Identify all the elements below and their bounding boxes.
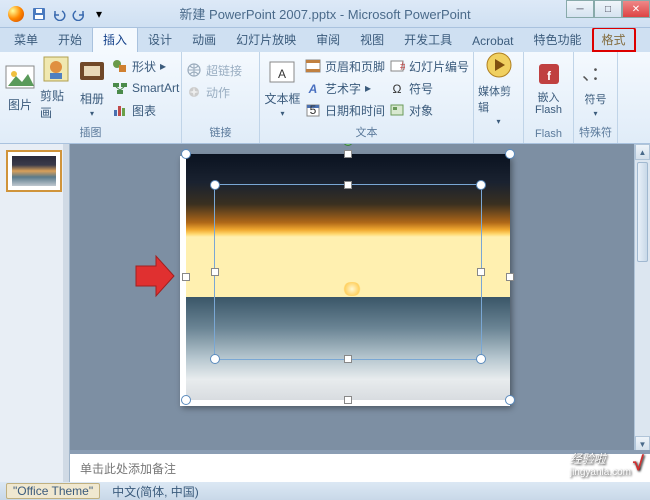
notes-pane[interactable]: 单击此处添加备注 (70, 450, 650, 482)
tab-11[interactable]: 格式 (592, 27, 636, 52)
resize-handle[interactable] (476, 180, 486, 190)
minimize-button[interactable]: ─ (566, 0, 594, 18)
tab-8[interactable]: 开发工具 (394, 27, 462, 52)
tab-4[interactable]: 动画 (182, 27, 226, 52)
action-button: 动作 (186, 82, 242, 102)
smartart-button[interactable]: SmartArt (112, 78, 179, 98)
chart-button[interactable]: 图表 (112, 100, 179, 120)
vertical-scrollbar[interactable]: ▲ ▼ ⏮ ⏭ (634, 144, 650, 500)
resize-handle[interactable] (476, 354, 486, 364)
resize-handle[interactable] (181, 149, 191, 159)
tab-6[interactable]: 审阅 (306, 27, 350, 52)
object-button[interactable]: 对象 (389, 100, 469, 120)
svg-text:A: A (278, 67, 286, 81)
maximize-button[interactable]: □ (594, 0, 622, 18)
tab-7[interactable]: 视图 (350, 27, 394, 52)
rotate-handle[interactable] (343, 144, 353, 146)
datetime-button[interactable]: 5日期和时间 (305, 100, 385, 120)
svg-text:Ω: Ω (392, 82, 401, 96)
resize-handle[interactable] (477, 268, 485, 276)
qat-redo-icon[interactable] (70, 5, 88, 23)
resize-handle[interactable] (344, 355, 352, 363)
scroll-up-icon[interactable]: ▲ (635, 144, 650, 160)
header-footer-button[interactable]: 页眉和页脚 (305, 56, 385, 76)
svg-text:A: A (308, 82, 318, 96)
slide-thumbnail-panel[interactable]: 1 (0, 144, 70, 500)
svg-text:#: # (400, 59, 405, 73)
shapes-button[interactable]: 形状 ▸ (112, 56, 179, 76)
resize-handle[interactable] (181, 395, 191, 405)
hyperlink-button: 超链接 (186, 60, 242, 80)
group-label-media (478, 139, 519, 141)
group-label-links: 链接 (186, 123, 255, 141)
qat-save-icon[interactable] (30, 5, 48, 23)
resize-handle[interactable] (344, 181, 352, 189)
tab-3[interactable]: 设计 (138, 27, 182, 52)
group-label-flash: Flash (528, 127, 569, 141)
scroll-thumb[interactable] (637, 162, 648, 262)
qat-undo-icon[interactable] (50, 5, 68, 23)
wordart-button[interactable]: A艺术字 ▸ (305, 78, 385, 98)
resize-handle[interactable] (506, 273, 514, 281)
status-bar: "Office Theme" 中文(简体, 中国) (0, 482, 650, 500)
window-title: 新建 PowerPoint 2007.pptx - Microsoft Powe… (179, 4, 470, 23)
album-button[interactable]: 相册▾ (76, 54, 108, 120)
group-label-text: 文本 (264, 123, 469, 141)
tab-2[interactable]: 插入 (92, 26, 138, 52)
status-language: 中文(简体, 中国) (112, 483, 199, 500)
resize-handle[interactable] (182, 273, 190, 281)
group-label-illustrations: 插图 (4, 123, 177, 141)
slide-editor[interactable]: ▲ ▼ ⏮ ⏭ (70, 144, 650, 500)
resize-handle[interactable] (505, 395, 515, 405)
resize-handle[interactable] (505, 149, 515, 159)
tab-1[interactable]: 开始 (48, 27, 92, 52)
annotation-arrow-icon (132, 254, 176, 298)
group-label-special: 特殊符 (578, 123, 613, 141)
resize-handle[interactable] (210, 180, 220, 190)
selected-picture[interactable] (186, 154, 510, 400)
placeholder-box[interactable] (214, 184, 482, 360)
tab-5[interactable]: 幻灯片放映 (226, 27, 306, 52)
picture-button[interactable]: 图片 (4, 54, 36, 120)
slide-number-button[interactable]: #幻灯片编号 (389, 56, 469, 76)
office-button[interactable] (8, 6, 24, 22)
resize-handle[interactable] (210, 354, 220, 364)
flash-button[interactable]: f嵌入 Flash (528, 54, 569, 120)
textbox-button[interactable]: A文本框▾ (264, 54, 301, 120)
resize-handle[interactable] (344, 396, 352, 404)
qat-dropdown-icon[interactable]: ▾ (90, 5, 108, 23)
resize-handle[interactable] (344, 150, 352, 158)
svg-text:5: 5 (310, 103, 317, 117)
tab-0[interactable]: 菜单 (4, 27, 48, 52)
special-symbol-button[interactable]: 、：符号▾ (578, 54, 613, 120)
close-button[interactable]: ✕ (622, 0, 650, 18)
symbol-button[interactable]: Ω符号 (389, 78, 469, 98)
clipart-button[interactable]: 剪贴画 (40, 54, 72, 120)
slide-thumbnail[interactable] (6, 150, 62, 192)
media-clip-button[interactable]: 媒体剪辑▾ (478, 54, 519, 120)
status-theme: "Office Theme" (6, 483, 100, 499)
tab-10[interactable]: 特色功能 (524, 27, 592, 52)
watermark: 经验啦 jingyanla.com √ (570, 450, 644, 478)
notes-placeholder: 单击此处添加备注 (80, 462, 176, 476)
resize-handle[interactable] (211, 268, 219, 276)
